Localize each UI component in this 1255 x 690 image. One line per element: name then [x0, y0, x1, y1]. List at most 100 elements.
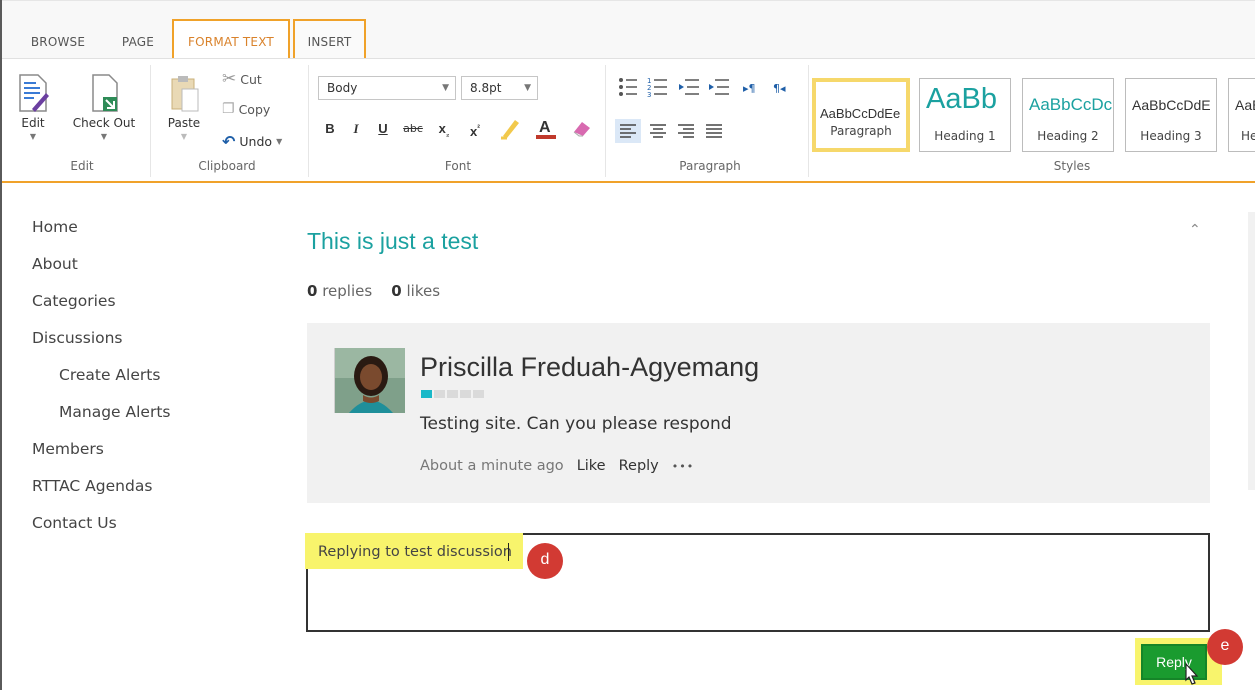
style-sample: AaBbCcDdE	[1132, 97, 1211, 113]
presence-segment	[421, 390, 432, 398]
avatar[interactable]	[334, 348, 405, 413]
edit-button[interactable]: Edit ▼	[10, 73, 56, 144]
group-divider	[808, 65, 809, 177]
decrease-indent-icon	[679, 79, 699, 95]
likes-count: 0	[391, 282, 402, 300]
subscript-button[interactable]: x₂	[431, 118, 457, 140]
presence-segment	[447, 390, 458, 398]
font-size-select[interactable]: 8.8pt ▼	[461, 76, 538, 100]
bullet-list-icon	[619, 78, 637, 96]
annotation-badge-e: e	[1207, 629, 1243, 665]
group-divider	[308, 65, 309, 177]
ribbon-tab-bar: BROWSE PAGE FORMAT TEXT INSERT	[2, 0, 1255, 60]
like-link[interactable]: Like	[577, 458, 606, 474]
post-body: Testing site. Can you please respond	[420, 414, 732, 434]
font-color-button[interactable]: A	[532, 116, 560, 139]
chevron-down-icon: ▼	[442, 83, 449, 93]
post-actions: About a minute ago Like Reply •••	[420, 458, 694, 474]
style-heading-1[interactable]: AaBb Heading 1	[919, 78, 1011, 152]
discussion-stats: 0 replies 0 likes	[307, 282, 440, 300]
replies-count: 0	[307, 282, 318, 300]
group-divider	[150, 65, 151, 177]
nav-item-contact-us[interactable]: Contact Us	[32, 514, 117, 532]
style-name: He	[1241, 129, 1255, 143]
undo-button[interactable]: ↶ Undo ▼	[222, 132, 282, 151]
chevron-down-icon: ▼	[524, 83, 531, 93]
undo-label: Undo	[239, 134, 273, 149]
copy-button[interactable]: ❐ Copy	[222, 101, 270, 117]
group-divider	[605, 65, 606, 177]
nav-item-rttac-agendas[interactable]: RTTAC Agendas	[32, 477, 152, 495]
ltr-direction-icon: ▸¶	[743, 82, 756, 95]
chevron-down-icon: ▼	[180, 132, 188, 141]
tab-insert[interactable]: INSERT	[293, 19, 366, 59]
undo-icon: ↶	[222, 132, 236, 151]
justify-icon	[706, 124, 722, 138]
font-color-icon: A	[536, 119, 556, 139]
alignment-toolbar	[615, 119, 735, 143]
styles-group-label: Styles	[1053, 159, 1091, 173]
nav-item-create-alerts[interactable]: Create Alerts	[59, 366, 160, 384]
align-left-button[interactable]	[615, 119, 641, 143]
nav-item-home[interactable]: Home	[32, 218, 78, 236]
annotation-badge-d: d	[527, 543, 563, 579]
mouse-pointer-icon	[1180, 662, 1200, 690]
ribbon-body: Edit ▼ Check Out ▼ Edit Paste ▼ ✂ Cut ❐ …	[2, 58, 1255, 182]
style-sample: AaBb	[1235, 97, 1255, 113]
nav-item-about[interactable]: About	[32, 255, 78, 273]
font-style-value: Body	[327, 81, 358, 95]
reply-link[interactable]: Reply	[619, 458, 659, 474]
eraser-icon	[573, 122, 590, 137]
clipboard-group-label: Clipboard	[198, 159, 256, 173]
nav-item-discussions[interactable]: Discussions	[32, 329, 123, 347]
check-out-button-label: Check Out	[72, 116, 136, 130]
font-size-value: 8.8pt	[470, 81, 502, 95]
style-paragraph[interactable]: AaBbCcDdEe Paragraph	[812, 78, 910, 152]
tab-page[interactable]: PAGE	[110, 27, 166, 59]
style-name: Heading 3	[1140, 129, 1202, 143]
font-style-select[interactable]: Body ▼	[318, 76, 456, 100]
presence-indicator	[421, 390, 484, 398]
style-heading-4[interactable]: AaBb He	[1228, 78, 1255, 152]
superscript-button[interactable]: x²	[462, 118, 488, 140]
highlight-color-button[interactable]	[498, 116, 526, 140]
style-sample: AaBb	[926, 83, 997, 115]
strikethrough-button[interactable]: abc	[400, 118, 426, 140]
underline-button[interactable]: U	[373, 118, 393, 140]
nav-item-members[interactable]: Members	[32, 440, 104, 458]
font-group-label: Font	[444, 159, 472, 173]
style-heading-2[interactable]: AaBbCcDc Heading 2	[1022, 78, 1114, 152]
discussion-title: This is just a test	[307, 228, 479, 254]
style-heading-3[interactable]: AaBbCcDdE Heading 3	[1125, 78, 1217, 152]
highlighter-icon	[501, 120, 519, 140]
tab-format-text[interactable]: FORMAT TEXT	[172, 19, 290, 60]
post-author-name[interactable]: Priscilla Freduah-Agyemang	[420, 352, 759, 383]
scissors-icon: ✂	[222, 69, 237, 89]
post-timestamp: About a minute ago	[420, 458, 564, 474]
clear-format-button[interactable]	[568, 116, 596, 138]
tab-browse[interactable]: BROWSE	[20, 27, 96, 59]
cut-button[interactable]: ✂ Cut	[222, 69, 262, 89]
svg-text:¶◂: ¶◂	[773, 82, 786, 95]
align-center-button[interactable]	[645, 119, 671, 143]
italic-button[interactable]: I	[346, 118, 366, 140]
collapse-chevron-up-icon[interactable]: ⌃	[1189, 222, 1201, 238]
list-indent-toolbar: 123 ▸¶ ¶◂	[615, 75, 805, 101]
edit-group-label: Edit	[70, 159, 94, 173]
rtl-direction-icon: ¶◂	[773, 82, 786, 95]
copy-icon: ❐	[222, 101, 235, 117]
nav-item-manage-alerts[interactable]: Manage Alerts	[59, 403, 170, 421]
ribbon-accent-line	[2, 181, 1255, 183]
check-out-icon	[92, 74, 118, 112]
more-options-icon[interactable]: •••	[672, 460, 694, 473]
paragraph-group-label: Paragraph	[679, 159, 741, 173]
presence-segment	[434, 390, 445, 398]
scrollbar-track[interactable]	[1248, 212, 1255, 490]
nav-item-categories[interactable]: Categories	[32, 292, 116, 310]
paste-button[interactable]: Paste ▼	[162, 73, 206, 144]
bold-button[interactable]: B	[320, 118, 340, 140]
author-photo-icon	[335, 348, 405, 413]
align-right-button[interactable]	[673, 119, 699, 143]
check-out-button[interactable]: Check Out ▼	[68, 73, 140, 144]
justify-button[interactable]	[701, 119, 727, 143]
